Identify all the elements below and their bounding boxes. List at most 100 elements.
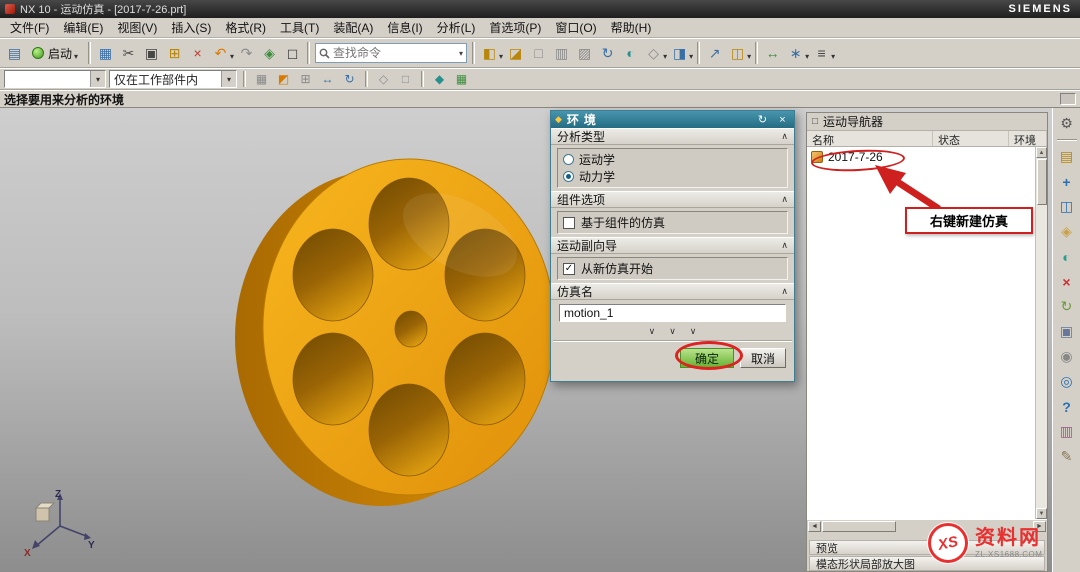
snapshot-icon[interactable]: ▨ xyxy=(573,41,596,65)
cancel-button[interactable]: 取消 xyxy=(740,348,786,368)
reuse-library-icon[interactable]: ◈ xyxy=(1055,219,1079,244)
copy-icon[interactable]: ▣ xyxy=(140,41,163,65)
assembly-constraint-icon[interactable]: ◫ xyxy=(726,41,749,65)
gear-icon[interactable]: ⚙ xyxy=(1055,111,1079,136)
ghost-icon[interactable]: ◇ xyxy=(374,70,393,88)
orient-view-icon[interactable]: ◇ xyxy=(642,41,665,65)
sim-name-input[interactable] xyxy=(559,304,786,322)
radio-dynamics[interactable]: 动力学 xyxy=(563,168,782,185)
measure-icon[interactable]: ↔ xyxy=(761,41,784,65)
orient-view-caret-icon[interactable]: ▾ xyxy=(663,52,667,61)
undo-caret-icon[interactable]: ▾ xyxy=(230,52,234,61)
add-icon[interactable]: + xyxy=(1055,169,1079,194)
menu-item-insert[interactable]: 插入(S) xyxy=(164,18,218,37)
command-list-caret-icon[interactable]: ▾ xyxy=(831,52,835,61)
wireframe-view-icon[interactable]: □ xyxy=(527,41,550,65)
scroll-left-icon[interactable]: ◄ xyxy=(808,521,821,532)
caret-down-icon[interactable]: ▾ xyxy=(90,71,105,87)
search-caret-icon[interactable]: ▾ xyxy=(459,49,463,58)
component-based-sim-checkbox[interactable]: 基于组件的仿真 xyxy=(563,214,782,231)
radio-kinematics[interactable]: 运动学 xyxy=(563,151,782,168)
save-icon[interactable]: ▦ xyxy=(94,41,117,65)
menu-item-preferences[interactable]: 首选项(P) xyxy=(482,18,548,37)
palette-icon[interactable]: ▥ xyxy=(1055,419,1079,444)
render-style-caret-icon[interactable]: ▾ xyxy=(499,52,503,61)
navigator-title-bar[interactable]: □ 运动导航器 xyxy=(807,113,1047,131)
tree-item-simulation[interactable]: 2017-7-26 xyxy=(807,147,1047,167)
radio-icon[interactable] xyxy=(563,154,574,165)
process-icon[interactable]: ▣ xyxy=(1055,319,1079,344)
assembly-navigator-icon[interactable]: ▤ xyxy=(1055,144,1079,169)
menu-item-window[interactable]: 窗口(O) xyxy=(548,18,603,37)
chevron-up-icon[interactable]: ∧ xyxy=(781,194,788,205)
rotate-view-icon[interactable]: ↻ xyxy=(596,41,619,65)
chevron-up-icon[interactable]: ∧ xyxy=(781,286,788,297)
command-list-icon[interactable]: ≡ xyxy=(810,41,833,65)
paste-icon[interactable]: ⊞ xyxy=(163,41,186,65)
undo-icon[interactable]: ↶ xyxy=(209,41,232,65)
section-view-icon[interactable]: ◨ xyxy=(668,41,691,65)
chevron-up-icon[interactable]: ∧ xyxy=(781,131,788,142)
command-finder[interactable]: ▾ xyxy=(315,43,467,63)
delete-icon[interactable]: × xyxy=(186,41,209,65)
wheel-model[interactable] xyxy=(225,135,575,520)
menu-item-help[interactable]: 帮助(H) xyxy=(604,18,659,37)
orbit-icon[interactable]: ↻ xyxy=(340,70,359,88)
checkbox-checked-icon[interactable]: ✓ xyxy=(563,263,575,275)
selection-scope-select[interactable]: 仅在工作部件内 ▾ xyxy=(109,70,237,88)
grid-icon[interactable]: ⊞ xyxy=(296,70,315,88)
cut-icon[interactable]: ✂ xyxy=(117,41,140,65)
pan-icon[interactable]: ↔ xyxy=(318,70,337,88)
checkbox-icon[interactable] xyxy=(563,217,575,229)
menu-item-file[interactable]: 文件(F) xyxy=(3,18,56,37)
menu-item-view[interactable]: 视图(V) xyxy=(110,18,164,37)
navigator-tree[interactable]: 2017-7-26 右键新建仿真 ▲ ▼ xyxy=(807,147,1047,519)
close-icon[interactable]: × xyxy=(1055,269,1079,294)
selection-filter-select[interactable]: ▾ xyxy=(4,70,106,88)
film-icon[interactable]: ▦ xyxy=(252,70,271,88)
menu-item-assemblies[interactable]: 装配(A) xyxy=(326,18,380,37)
window-icon[interactable]: ◻ xyxy=(281,41,304,65)
dialog-reset-icon[interactable]: ↻ xyxy=(755,113,770,126)
scroll-up-icon[interactable]: ▲ xyxy=(1036,147,1047,158)
new-sim-wizard-checkbox[interactable]: ✓ 从新仿真开始 xyxy=(563,260,782,277)
section-analysis-type[interactable]: 分析类型 ∧ xyxy=(551,128,794,145)
view-grid-icon[interactable]: ▥ xyxy=(550,41,573,65)
menu-item-information[interactable]: 信息(I) xyxy=(380,18,429,37)
scrollbar-thumb[interactable] xyxy=(1037,159,1047,205)
annotate-icon[interactable]: ✎ xyxy=(1055,444,1079,469)
shade-half-icon[interactable]: ◐ xyxy=(619,41,642,65)
hd3d-icon[interactable]: ◐ xyxy=(1055,244,1079,269)
caret-down-icon[interactable]: ▾ xyxy=(221,71,236,87)
snap-point-icon[interactable]: ∗ xyxy=(784,41,807,65)
search-input[interactable] xyxy=(333,46,456,60)
dialog-title-bar[interactable]: ◆ 环境 ↻ × xyxy=(551,111,794,128)
menu-item-tools[interactable]: 工具(T) xyxy=(273,18,326,37)
section-sim-name[interactable]: 仿真名 ∧ xyxy=(551,283,794,300)
chevron-up-icon[interactable]: ∧ xyxy=(781,240,788,251)
target-icon[interactable]: ◉ xyxy=(1055,344,1079,369)
dialog-close-icon[interactable]: × xyxy=(775,113,790,126)
column-name[interactable]: 名称 xyxy=(807,131,933,146)
scrollbar-thumb[interactable] xyxy=(822,521,896,532)
part-navigator-icon[interactable]: ◫ xyxy=(1055,194,1079,219)
new-file-icon[interactable]: ▤ xyxy=(3,41,26,65)
section-view-caret-icon[interactable]: ▾ xyxy=(689,52,693,61)
mesh-icon[interactable]: ▦ xyxy=(452,70,471,88)
render-style-icon[interactable]: ◧ xyxy=(478,41,501,65)
layer-icon[interactable]: ◩ xyxy=(274,70,293,88)
ok-button[interactable]: 确定 xyxy=(680,348,734,368)
start-menu-button[interactable]: 启动 ▾ xyxy=(26,43,85,64)
radio-selected-icon[interactable] xyxy=(563,171,574,182)
column-environment[interactable]: 环境 xyxy=(1009,131,1047,146)
column-status[interactable]: 状态 xyxy=(933,131,1009,146)
section-component-options[interactable]: 组件选项 ∧ xyxy=(551,191,794,208)
box-select-icon[interactable]: □ xyxy=(396,70,415,88)
navigator-vertical-scrollbar[interactable]: ▲ ▼ xyxy=(1035,147,1047,519)
solid-icon[interactable]: ◆ xyxy=(430,70,449,88)
shaded-view-icon[interactable]: ◪ xyxy=(504,41,527,65)
dialog-expander[interactable]: ∨ ∨ ∨ xyxy=(551,324,794,339)
snap-point-caret-icon[interactable]: ▾ xyxy=(805,52,809,61)
assembly-caret-icon[interactable]: ▾ xyxy=(747,52,751,61)
move-component-icon[interactable]: ↗ xyxy=(703,41,726,65)
